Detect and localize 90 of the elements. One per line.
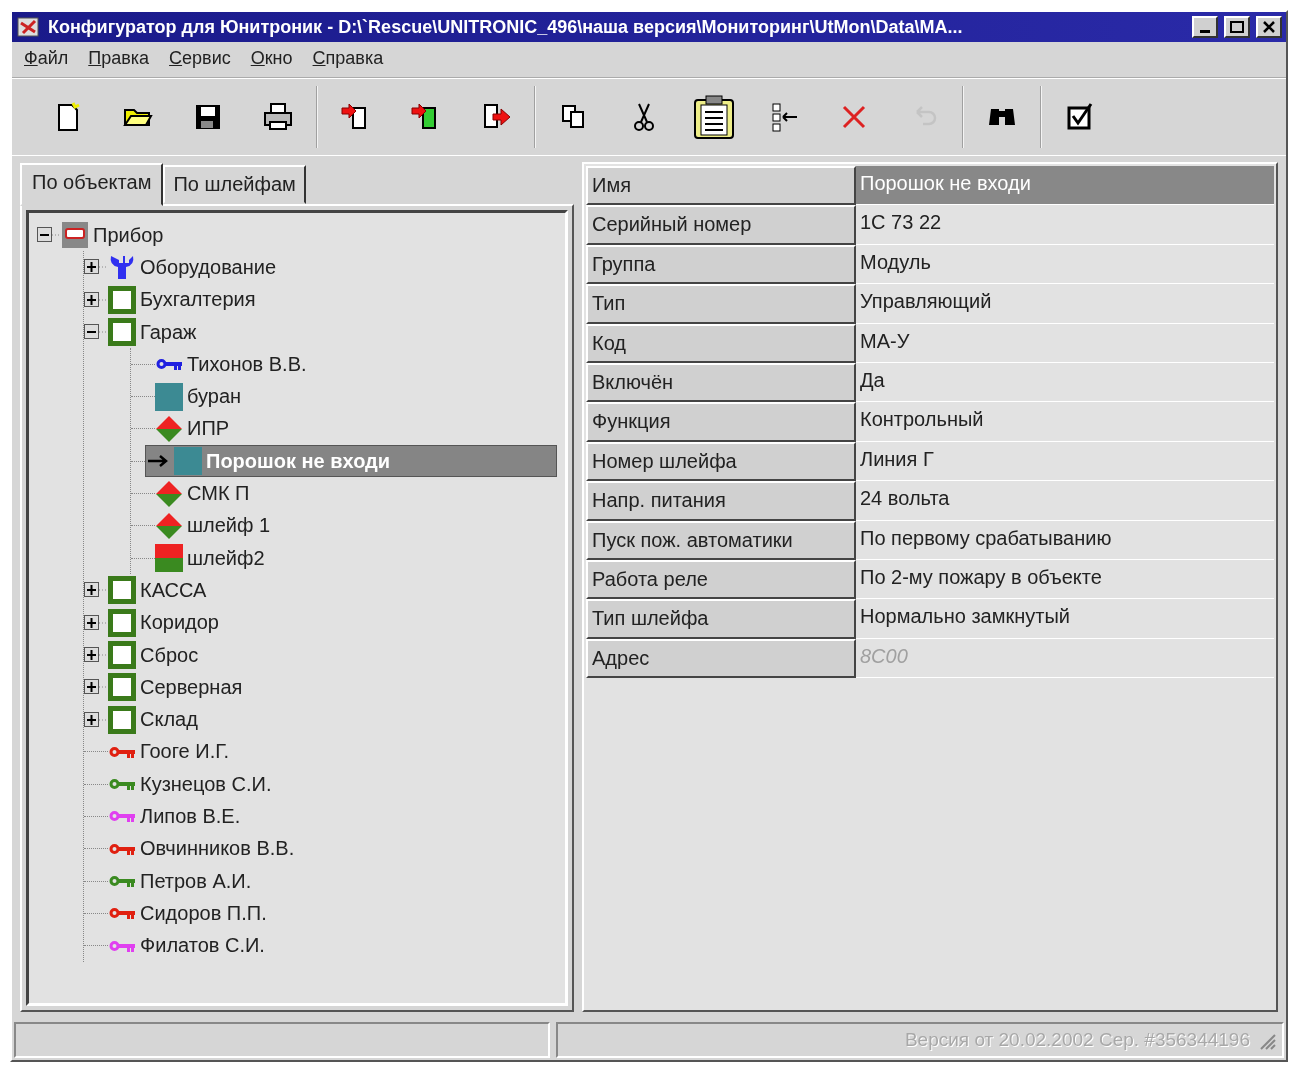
- tab[interactable]: По объектам: [20, 163, 164, 206]
- expander-icon[interactable]: [84, 679, 108, 696]
- tree-item[interactable]: Сброс: [108, 640, 207, 670]
- property-value[interactable]: Управляющий: [856, 284, 1274, 324]
- expander-icon[interactable]: [84, 582, 108, 599]
- tree-item[interactable]: Петров А.И.: [108, 866, 260, 897]
- property-name: Работа реле: [586, 559, 856, 600]
- property-name: Тип шлейфа: [586, 599, 856, 639]
- wrench-icon: [108, 253, 136, 282]
- property-value[interactable]: Модуль: [856, 244, 1274, 285]
- property-value[interactable]: Нормально замкнутый: [856, 599, 1274, 639]
- property-name: Серийный номер: [586, 205, 856, 245]
- zone-icon: [108, 318, 136, 347]
- close-button[interactable]: [1256, 16, 1282, 38]
- zone-icon: [108, 641, 136, 669]
- menu-item[interactable]: Файл: [24, 48, 69, 69]
- property-name: Код: [586, 323, 856, 363]
- tree-item[interactable]: Овчинников В.В.: [108, 833, 303, 864]
- app-icon: [16, 15, 42, 39]
- property-name: Функция: [586, 402, 856, 442]
- sensor-diamond-icon: [155, 414, 183, 443]
- property-value[interactable]: Да: [856, 362, 1274, 403]
- menu-item[interactable]: Правка: [88, 48, 150, 69]
- property-name: Включён: [586, 362, 856, 403]
- property-name: Имя: [586, 166, 856, 206]
- zone-icon: [108, 673, 136, 702]
- property-name: Группа: [586, 244, 856, 285]
- property-value[interactable]: 24 вольта: [856, 481, 1274, 521]
- device-icon: [61, 221, 89, 250]
- property-value[interactable]: Контрольный: [856, 402, 1274, 442]
- property-value[interactable]: Линия Г: [856, 441, 1274, 482]
- minimize-icon: [1200, 29, 1210, 33]
- zone-icon: [108, 608, 136, 637]
- tree-item[interactable]: буран: [155, 381, 250, 412]
- expander-icon[interactable]: [84, 614, 108, 631]
- tree-item[interactable]: Гараж: [108, 317, 205, 348]
- tree-item[interactable]: Тихонов В.В.: [155, 349, 315, 380]
- expander-icon[interactable]: [37, 227, 61, 244]
- arrow-icon: [146, 453, 170, 470]
- expander-icon[interactable]: [84, 647, 108, 663]
- tree-item[interactable]: Сидоров П.П.: [108, 898, 275, 929]
- minimize-button[interactable]: [1192, 16, 1218, 38]
- tree-item[interactable]: ИПР: [155, 413, 238, 444]
- tree-item[interactable]: Липов В.Е.: [108, 801, 249, 832]
- property-value[interactable]: По первому срабатыванию: [856, 520, 1274, 560]
- sensor-square-icon: [174, 447, 202, 476]
- sensor-square-icon: [155, 382, 183, 411]
- maximize-icon: [1230, 21, 1244, 33]
- sensor-diamond-icon: [155, 479, 183, 508]
- clipboard-icon: [691, 94, 737, 140]
- menu-item[interactable]: Справка: [312, 48, 384, 69]
- property-value[interactable]: Порошок не входи: [856, 166, 1274, 206]
- tree-item[interactable]: Серверная: [108, 672, 251, 703]
- property-name: Адрес: [586, 638, 856, 679]
- tree-item[interactable]: шлейф2: [155, 543, 273, 574]
- expander-icon[interactable]: [84, 291, 108, 308]
- tree-item[interactable]: КАССА: [108, 575, 215, 606]
- property-name: Номер шлейфа: [586, 441, 856, 482]
- sensor-split-icon: [155, 544, 183, 573]
- tree-item[interactable]: Прибор: [61, 220, 172, 251]
- zone-icon: [108, 576, 136, 605]
- zone-icon: [108, 285, 136, 314]
- expander-icon[interactable]: [84, 259, 108, 276]
- tree-item[interactable]: СМК П: [155, 478, 258, 509]
- tree-item[interactable]: Филатов С.И.: [108, 930, 273, 961]
- menu-item[interactable]: Сервис: [169, 48, 231, 69]
- close-icon: [1263, 21, 1275, 33]
- tree-item[interactable]: Гооге И.Г.: [108, 736, 238, 767]
- menu-item[interactable]: Окно: [250, 48, 293, 69]
- zone-icon: [108, 705, 136, 734]
- maximize-button[interactable]: [1224, 16, 1250, 38]
- property-value[interactable]: МА-У: [856, 323, 1274, 363]
- binoculars-icon: [989, 109, 1015, 125]
- property-name: Тип: [586, 284, 856, 324]
- tree-item[interactable]: Кузнецов С.И.: [108, 769, 280, 800]
- tree-item[interactable]: Склад: [108, 704, 206, 735]
- expander-icon[interactable]: [84, 711, 108, 728]
- tree-item[interactable]: Оборудование: [108, 252, 285, 283]
- expander-icon[interactable]: [84, 324, 108, 341]
- property-value[interactable]: По 2-му пожару в объекте: [856, 559, 1274, 600]
- tab[interactable]: По шлейфам: [163, 165, 306, 204]
- property-name: Напр. питания: [586, 481, 856, 521]
- tree-item[interactable]: шлейф 1: [155, 510, 279, 541]
- tree-item[interactable]: Коридор: [108, 607, 227, 638]
- property-name: Пуск пож. автоматики: [586, 520, 856, 560]
- tree-item[interactable]: Порошок не входи: [145, 445, 557, 478]
- window-title: Конфигуратор для Юнитроник - D:\`Rescue\UNITRONIC_496\наша версия\Мониторинг\UtMon\Data\MA...: [48, 16, 964, 38]
- sensor-diamond-icon: [155, 511, 183, 540]
- tree-item[interactable]: Бухгалтерия: [108, 284, 264, 315]
- property-value[interactable]: 1C 73 22: [856, 205, 1274, 245]
